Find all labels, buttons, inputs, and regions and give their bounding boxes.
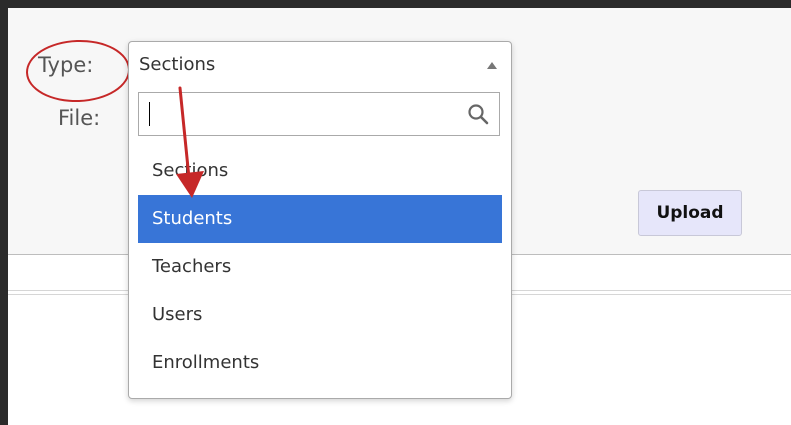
dropdown-options-list: Sections Students Teachers Users Enrollm…	[138, 147, 502, 387]
option-users[interactable]: Users	[138, 291, 502, 339]
file-label: File:	[58, 106, 101, 130]
chevron-up-icon[interactable]	[487, 62, 497, 69]
search-icon	[468, 104, 489, 125]
upload-button[interactable]: Upload	[638, 190, 742, 236]
option-sections[interactable]: Sections	[138, 147, 502, 195]
dropdown-search-box[interactable]	[138, 92, 500, 136]
option-students[interactable]: Students	[138, 195, 502, 243]
text-caret	[149, 102, 150, 126]
option-teachers[interactable]: Teachers	[138, 243, 502, 291]
type-select-value[interactable]: Sections	[139, 54, 215, 75]
option-enrollments[interactable]: Enrollments	[138, 339, 502, 387]
dropdown-search-input[interactable]	[139, 93, 459, 135]
page-frame: Type: File: Upload Sections Sections Stu…	[8, 8, 791, 425]
type-highlight-circle	[24, 38, 132, 104]
type-select-dropdown[interactable]: Sections Sections Students Teachers User…	[128, 41, 512, 399]
